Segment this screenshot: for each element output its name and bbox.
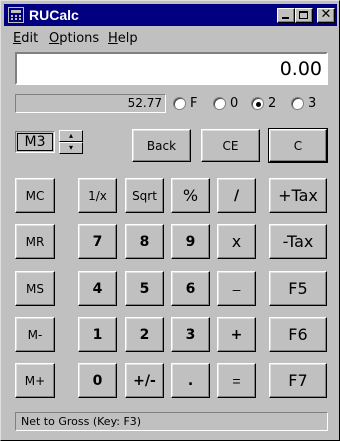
subtract-button[interactable]: – xyxy=(217,271,256,306)
memory-value: 52.77 xyxy=(127,96,162,110)
menu-edit[interactable]: Edit xyxy=(13,31,38,46)
radio-circle-icon xyxy=(173,97,186,110)
minus-tax-button[interactable]: -Tax xyxy=(269,224,327,259)
sqrt-button[interactable]: Sqrt xyxy=(125,178,164,213)
title-bar[interactable]: RUCalc ✕ xyxy=(4,4,337,26)
digit-1-button[interactable]: 1 xyxy=(78,317,117,352)
radio-circle-icon xyxy=(213,97,226,110)
f5-button[interactable]: F5 xyxy=(269,271,327,306)
digit-9-button[interactable]: 9 xyxy=(171,224,210,259)
clear-entry-button[interactable]: CE xyxy=(201,129,260,162)
minimize-button[interactable] xyxy=(277,8,295,23)
memory-clear-button[interactable]: MC xyxy=(15,178,55,213)
radio-selected-icon xyxy=(251,97,264,110)
status-bar: Net to Gross (Key: F3) xyxy=(15,412,328,431)
f6-button[interactable]: F6 xyxy=(269,317,327,352)
clear-button[interactable]: C xyxy=(268,128,328,163)
close-icon: ✕ xyxy=(320,7,332,22)
memory-slot-display: M3 xyxy=(15,131,55,153)
memory-add-button[interactable]: M+ xyxy=(15,363,55,398)
memory-slot-up-button[interactable]: ▴ xyxy=(59,130,83,142)
add-button[interactable]: + xyxy=(217,317,256,352)
window-title: RUCalc xyxy=(29,7,79,23)
memory-recall-button[interactable]: MR xyxy=(15,224,55,259)
display-value: 0.00 xyxy=(279,58,322,80)
close-button[interactable]: ✕ xyxy=(317,7,335,23)
reciprocal-button[interactable]: 1/x xyxy=(78,178,117,213)
menu-options[interactable]: Options xyxy=(49,31,99,46)
arrow-down-icon: ▾ xyxy=(68,143,73,152)
memory-subtract-button[interactable]: M- xyxy=(15,317,55,352)
maximize-icon xyxy=(299,11,308,19)
percent-button[interactable]: % xyxy=(171,178,210,213)
plus-tax-button[interactable]: +Tax xyxy=(269,178,327,213)
digit-4-button[interactable]: 4 xyxy=(78,271,117,306)
back-button[interactable]: Back xyxy=(132,129,191,162)
minimize-icon xyxy=(282,17,289,19)
multiply-button[interactable]: x xyxy=(217,224,256,259)
digit-0-button[interactable]: 0 xyxy=(78,363,117,398)
digit-5-button[interactable]: 5 xyxy=(125,271,164,306)
status-text: Net to Gross (Key: F3) xyxy=(21,415,142,428)
result-display[interactable]: 0.00 xyxy=(15,52,328,85)
digit-6-button[interactable]: 6 xyxy=(171,271,210,306)
digit-7-button[interactable]: 7 xyxy=(78,224,117,259)
digit-3-button[interactable]: 3 xyxy=(171,317,210,352)
memory-slot-down-button[interactable]: ▾ xyxy=(59,142,83,154)
calculator-app-icon[interactable] xyxy=(8,7,24,23)
radio-circle-icon xyxy=(291,97,304,110)
maximize-button[interactable] xyxy=(295,8,313,23)
arrow-up-icon: ▴ xyxy=(68,131,73,140)
divide-button[interactable]: / xyxy=(217,178,256,213)
memory-store-button[interactable]: MS xyxy=(15,271,55,306)
calculator-window: RUCalc ✕ Edit Options Help 0.00 52.77 F … xyxy=(0,0,340,441)
memory-slot-value: M3 xyxy=(17,133,53,151)
memory-display: 52.77 xyxy=(15,94,166,113)
f7-button[interactable]: F7 xyxy=(269,363,327,398)
digit-2-button[interactable]: 2 xyxy=(125,317,164,352)
equals-button[interactable]: = xyxy=(217,363,256,398)
sign-toggle-button[interactable]: +/- xyxy=(125,363,164,398)
decimal-point-button[interactable]: . xyxy=(171,363,210,398)
digit-8-button[interactable]: 8 xyxy=(125,224,164,259)
menu-help[interactable]: Help xyxy=(108,31,138,46)
